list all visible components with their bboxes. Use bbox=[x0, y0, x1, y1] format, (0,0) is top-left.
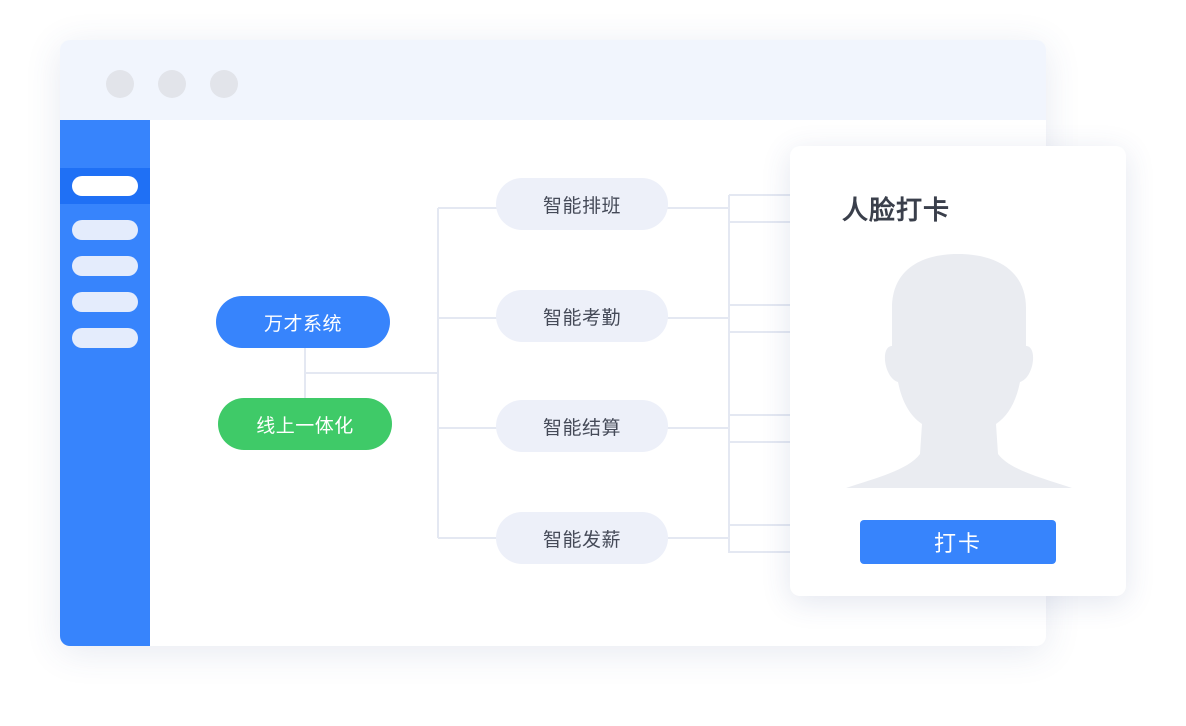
person-silhouette-icon bbox=[846, 254, 1072, 488]
punch-in-button[interactable]: 打卡 bbox=[860, 520, 1056, 564]
face-checkin-card: 人脸打卡 打卡 bbox=[790, 146, 1126, 596]
feature-node-scheduling[interactable]: 智能排班 bbox=[496, 178, 668, 230]
feature-node-payroll[interactable]: 智能发薪 bbox=[496, 512, 668, 564]
feature-node-settlement[interactable]: 智能结算 bbox=[496, 400, 668, 452]
root-node-online-integration[interactable]: 线上一体化 bbox=[218, 398, 392, 450]
feature-node-attendance[interactable]: 智能考勤 bbox=[496, 290, 668, 342]
card-title: 人脸打卡 bbox=[842, 196, 951, 226]
root-node-wancai-system[interactable]: 万才系统 bbox=[216, 296, 390, 348]
